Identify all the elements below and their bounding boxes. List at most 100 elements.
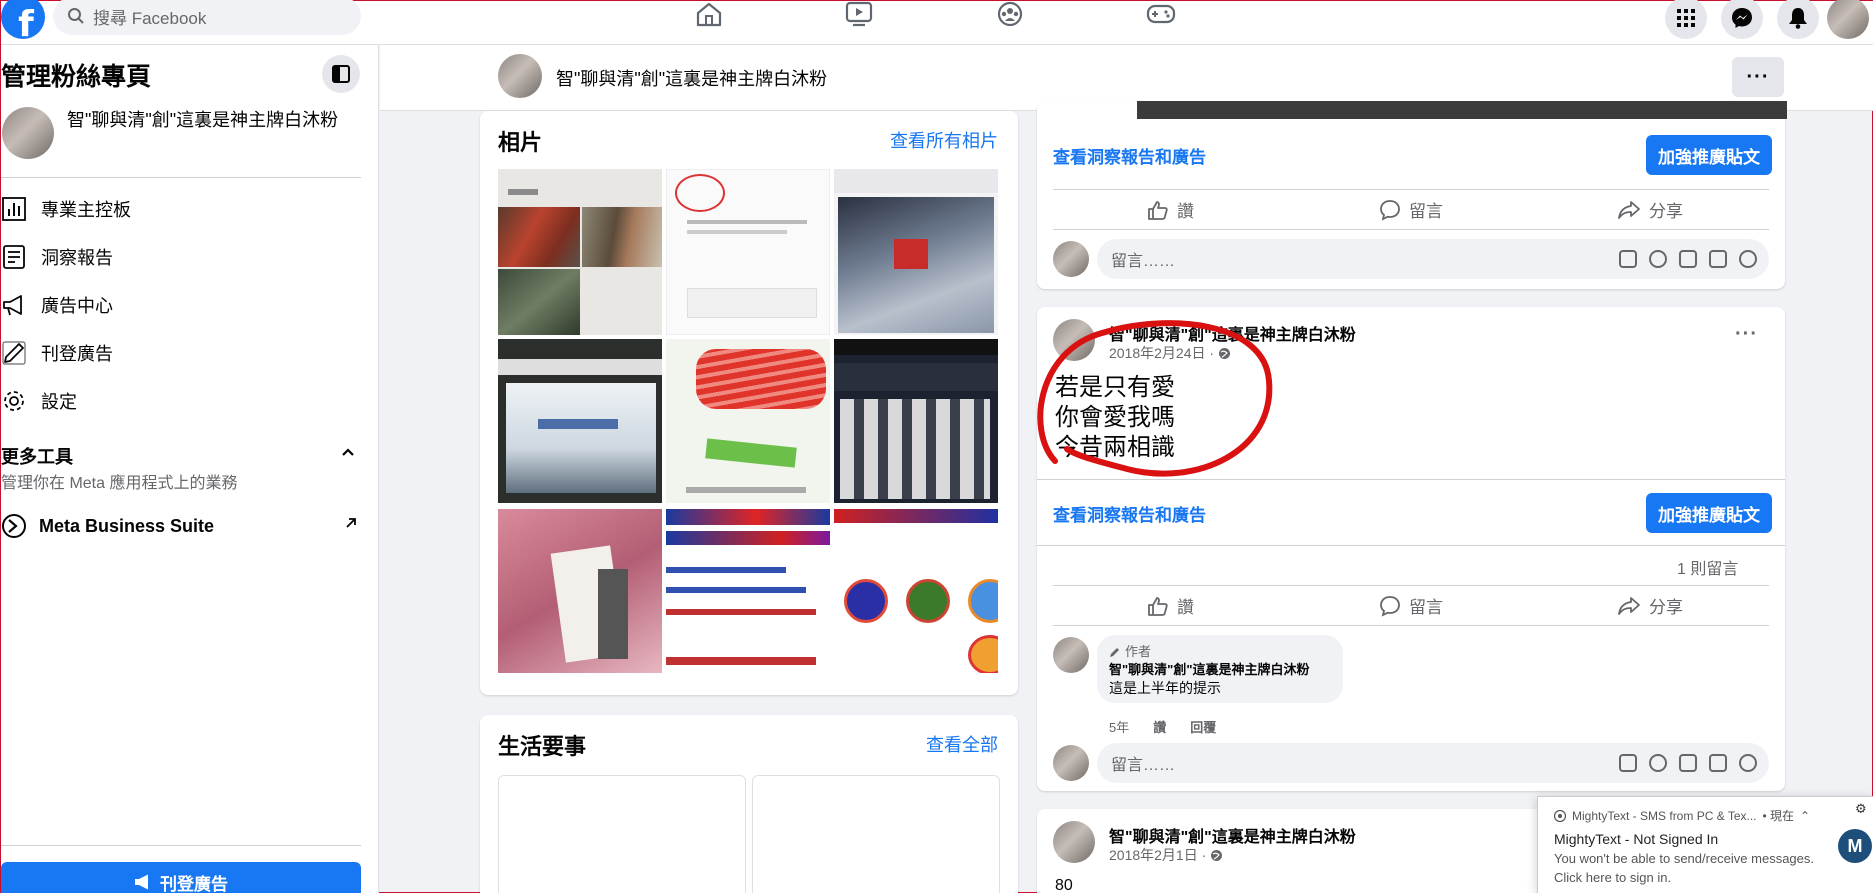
messenger-icon	[1732, 8, 1752, 28]
share-label: 分享	[1649, 202, 1683, 221]
notifications-button[interactable]	[1777, 0, 1819, 39]
life-event-item[interactable]	[752, 775, 1000, 893]
boost-post-button[interactable]: 加強推廣貼文	[1646, 493, 1772, 533]
more-options-button[interactable]: ···	[1732, 57, 1784, 97]
gif-icon[interactable]	[1709, 754, 1727, 772]
chevron-up-icon[interactable]: ⌃	[1800, 809, 1810, 823]
meta-business-suite-icon	[2, 514, 26, 538]
commenter-avatar[interactable]	[1053, 241, 1089, 277]
comment-label: 留言	[1409, 598, 1443, 617]
notification-line: You won't be able to send/receive messag…	[1554, 851, 1814, 866]
home-icon[interactable]	[694, 1, 724, 27]
globe-icon	[1211, 849, 1223, 861]
post-author-name[interactable]: 智"聊與清"創"這裏是神主牌白沐粉	[1109, 823, 1356, 847]
comment-button[interactable]: 留言	[1379, 593, 1443, 618]
divider	[1053, 189, 1769, 190]
watch-video-icon[interactable]	[844, 1, 874, 27]
comment-like-link[interactable]: 讚	[1153, 717, 1166, 736]
search-input[interactable]: 搜尋 Facebook	[53, 0, 361, 35]
comment-input[interactable]: 留言……	[1097, 239, 1769, 279]
post-options-icon[interactable]: ···	[1735, 323, 1758, 346]
comment-button[interactable]: 留言	[1379, 197, 1443, 222]
photo-thumbnail[interactable]	[834, 339, 998, 503]
share-button[interactable]: 分享	[1617, 197, 1683, 222]
sidebar-title: 管理粉絲專頁	[1, 63, 152, 91]
sidebar-item-label: 洞察報告	[41, 248, 113, 268]
avatar-sticker-icon[interactable]	[1619, 754, 1637, 772]
sticker-icon[interactable]	[1739, 754, 1757, 772]
sidebar-item-settings[interactable]: 設定	[1, 381, 361, 421]
comment-author[interactable]: 智"聊與清"創"這裏是神主牌白沐粉	[1109, 661, 1331, 679]
comment-reply-link[interactable]: 回覆	[1190, 717, 1216, 736]
post-body: 80	[1055, 877, 1073, 893]
view-insights-link[interactable]: 查看洞察報告和廣告	[1053, 501, 1206, 526]
mightytext-notification[interactable]: MightyText - SMS from PC & Tex... • 現在 ⌃…	[1537, 796, 1873, 893]
collapse-sidebar-button[interactable]	[322, 55, 360, 93]
camera-icon[interactable]	[1679, 250, 1697, 268]
like-button[interactable]: 讚	[1147, 197, 1194, 222]
sidebar-item-label: 廣告中心	[41, 296, 113, 316]
account-avatar[interactable]	[1827, 0, 1869, 39]
photo-thumbnail[interactable]	[498, 339, 662, 503]
page-avatar[interactable]	[498, 54, 542, 98]
share-button[interactable]: 分享	[1617, 593, 1683, 618]
photo-thumbnail[interactable]	[666, 509, 830, 673]
external-link-icon[interactable]	[345, 517, 357, 529]
page-header-name[interactable]: 智"聊與清"創"這裏是神主牌白沐粉	[556, 65, 827, 91]
life-event-item[interactable]	[498, 775, 746, 893]
camera-icon[interactable]	[1679, 754, 1697, 772]
settings-gear-icon[interactable]: ⚙	[1855, 801, 1867, 817]
boost-post-button[interactable]: 加強推廣貼文	[1646, 135, 1772, 175]
groups-icon[interactable]	[995, 1, 1025, 27]
see-all-photos-link[interactable]: 查看所有相片	[890, 127, 998, 153]
photo-thumbnail[interactable]	[666, 169, 830, 335]
gaming-icon[interactable]	[1146, 1, 1176, 27]
photo-thumbnail[interactable]	[666, 339, 830, 503]
sticker-icon[interactable]	[1739, 250, 1757, 268]
sidebar-item-dashboard[interactable]: 專業主控板	[1, 189, 361, 229]
gear-icon	[4, 391, 24, 411]
view-insights-link[interactable]: 查看洞察報告和廣告	[1053, 143, 1206, 168]
post-author-avatar[interactable]	[1053, 821, 1095, 863]
menu-grid-button[interactable]	[1665, 0, 1707, 39]
page-name[interactable]: 智"聊與清"創"這裏是神主牌白沐粉	[67, 109, 347, 131]
emoji-icon[interactable]	[1649, 250, 1667, 268]
chevron-up-icon[interactable]	[341, 447, 355, 457]
avatar-sticker-icon[interactable]	[1619, 250, 1637, 268]
share-label: 分享	[1649, 598, 1683, 617]
photo-thumbnail[interactable]	[498, 509, 662, 673]
commenter-avatar[interactable]	[1053, 745, 1089, 781]
share-icon	[1618, 596, 1640, 615]
divider	[1053, 585, 1769, 586]
commenter-avatar[interactable]	[1053, 637, 1089, 673]
comment-input[interactable]: 留言……	[1097, 743, 1769, 783]
like-button[interactable]: 讚	[1147, 593, 1194, 618]
page-avatar[interactable]	[2, 107, 54, 159]
dashboard-icon	[2, 197, 26, 221]
comment-tools	[1619, 754, 1757, 772]
sidebar-item-insights[interactable]: 洞察報告	[1, 237, 361, 277]
comment-time[interactable]: 5年	[1109, 717, 1129, 736]
notification-line[interactable]: Click here to sign in.	[1554, 870, 1671, 885]
manage-page-sidebar: 管理粉絲專頁 智"聊與清"創"這裏是神主牌白沐粉 專業主控板 洞察報告 廣告中心…	[1, 45, 379, 893]
messenger-button[interactable]	[1721, 0, 1763, 39]
photo-thumbnail[interactable]	[834, 169, 998, 335]
sidebar-item-ad-center[interactable]: 廣告中心	[1, 285, 361, 325]
post-media[interactable]	[1137, 101, 1787, 119]
gif-icon[interactable]	[1709, 250, 1727, 268]
photos-title: 相片	[498, 130, 543, 155]
life-events-title: 生活要事	[498, 734, 587, 759]
comment-label: 留言	[1409, 202, 1443, 221]
emoji-icon[interactable]	[1649, 754, 1667, 772]
comment-count[interactable]: 1 則留言	[1677, 555, 1738, 579]
meta-business-suite-link[interactable]: Meta Business Suite	[1, 513, 214, 539]
photo-thumbnail[interactable]	[834, 509, 998, 673]
post-timestamp[interactable]: 2018年2月1日 ·	[1109, 845, 1223, 865]
mightytext-logo-icon: M	[1838, 829, 1872, 863]
more-dots-icon: ···	[1746, 65, 1770, 88]
facebook-logo-icon[interactable]: f	[1, 0, 45, 39]
photo-thumbnail[interactable]	[498, 169, 662, 335]
see-all-life-events-link[interactable]: 查看全部	[926, 731, 998, 757]
sidebar-item-create-ad[interactable]: 刊登廣告	[1, 333, 361, 373]
post-ad-button[interactable]: 刊登廣告	[1, 862, 361, 893]
